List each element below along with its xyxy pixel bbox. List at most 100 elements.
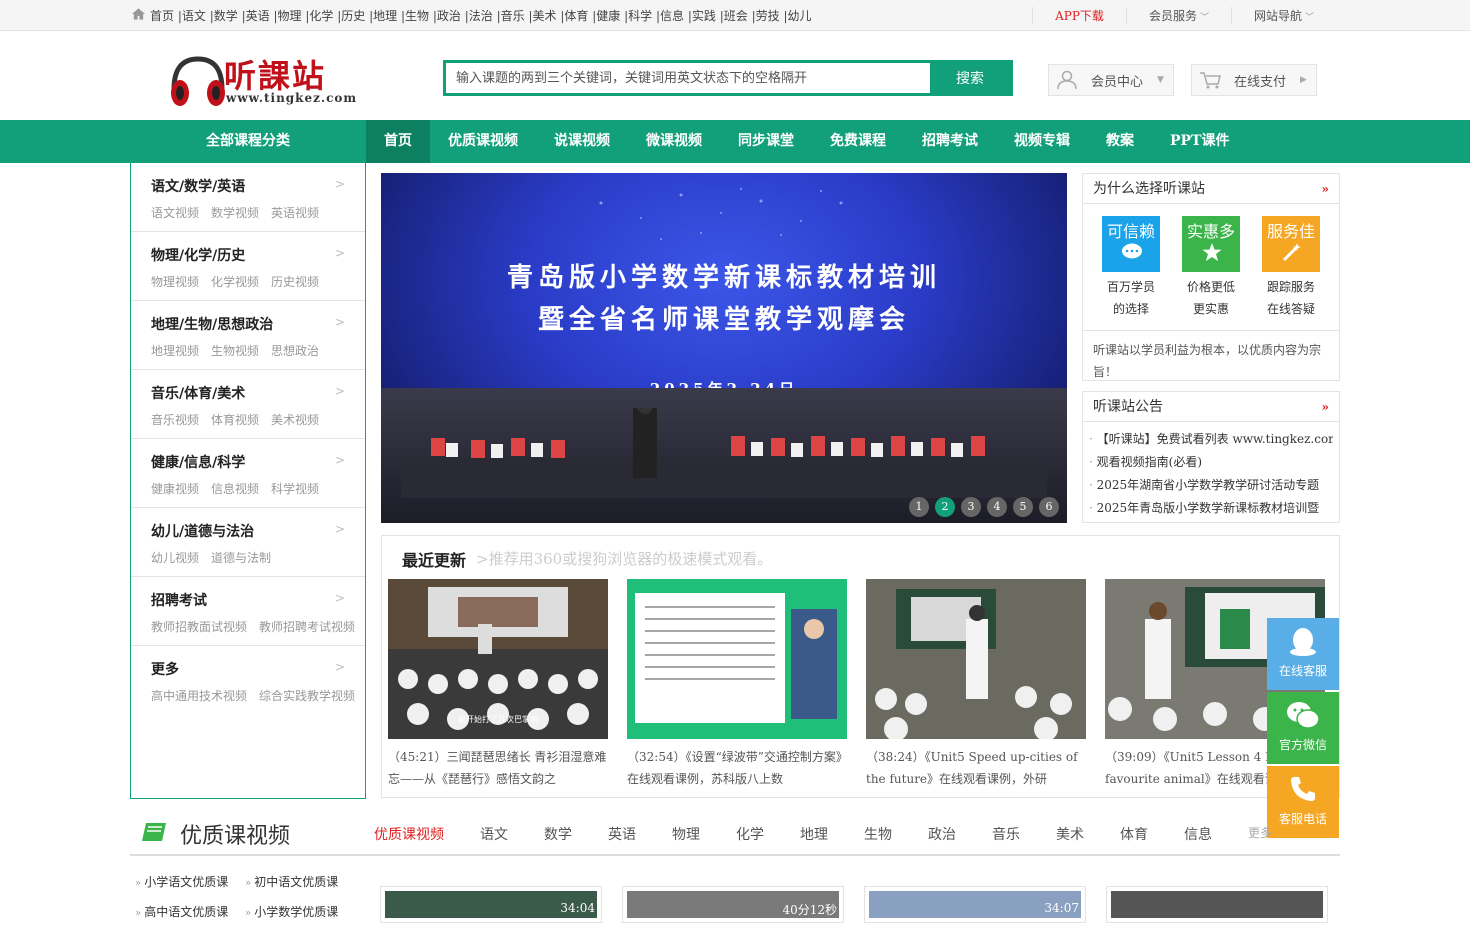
category-sub-link[interactable]: 历史视频	[271, 275, 319, 289]
subject-link[interactable]: 英语	[246, 9, 270, 23]
search-button[interactable]: 搜索	[930, 63, 1010, 93]
video-card[interactable]: （32:54）《设置“绿波带”交通控制方案》在线观看课例，苏科版八上数	[627, 579, 847, 790]
subject-link[interactable]: 历史	[341, 9, 365, 23]
subject-link[interactable]: 地理	[373, 9, 397, 23]
carousel-dot[interactable]: 4	[987, 497, 1007, 517]
video-thumbnail[interactable]	[627, 579, 847, 739]
category-sub-link[interactable]: 体育视频	[211, 413, 259, 427]
quality-tab[interactable]: 英语	[608, 824, 636, 844]
nav-item[interactable]: 教案	[1088, 120, 1152, 163]
carousel-dot[interactable]: 3	[961, 497, 981, 517]
quality-tab[interactable]: 化学	[736, 824, 764, 844]
category-title[interactable]: 语文/数学/英语	[151, 176, 365, 196]
category-sub-link[interactable]: 综合实践教学视频	[259, 689, 355, 703]
category-title[interactable]: 健康/信息/科学	[151, 452, 365, 472]
subject-link[interactable]: 物理	[278, 9, 302, 23]
subject-link[interactable]: 法治	[469, 9, 493, 23]
quality-video-card[interactable]: 40分12秒	[622, 886, 844, 923]
notice-item[interactable]: 2025年湖南省小学数学教学研讨活动专题	[1089, 474, 1333, 497]
nav-item[interactable]: PPT课件	[1152, 120, 1247, 163]
category-sub-link[interactable]: 教师招教面试视频	[151, 620, 247, 634]
quality-link[interactable]: 小学语文优质课	[135, 868, 245, 898]
quality-tab[interactable]: 音乐	[992, 824, 1020, 844]
video-thumbnail[interactable]: 最开始打了几次巴掌响	[388, 579, 608, 739]
category-sub-link[interactable]: 科学视频	[271, 482, 319, 496]
app-download-link[interactable]: APP下载	[1032, 7, 1126, 24]
category-sub-link[interactable]: 生物视频	[211, 344, 259, 358]
category-sub-link[interactable]: 美术视频	[271, 413, 319, 427]
nav-item[interactable]: 免费课程	[812, 120, 904, 163]
carousel-dot[interactable]: 2	[935, 497, 955, 517]
category-sub-link[interactable]: 英语视频	[271, 206, 319, 220]
category-sub-link[interactable]: 幼儿视频	[151, 551, 199, 565]
nav-item[interactable]: 招聘考试	[904, 120, 996, 163]
subject-link[interactable]: 体育	[564, 9, 588, 23]
category-sub-link[interactable]: 健康视频	[151, 482, 199, 496]
more-arrow-icon[interactable]: »	[1322, 392, 1330, 422]
video-thumbnail[interactable]	[866, 579, 1086, 739]
subject-link[interactable]: 科学	[628, 9, 652, 23]
category-sub-link[interactable]: 道德与法制	[211, 551, 271, 565]
floating-service-button[interactable]: 官方微信	[1267, 692, 1339, 764]
category-sub-link[interactable]: 信息视频	[211, 482, 259, 496]
category-sub-link[interactable]: 数学视频	[211, 206, 259, 220]
quality-tab[interactable]: 美术	[1056, 824, 1084, 844]
subject-link[interactable]: 音乐	[501, 9, 525, 23]
online-pay-button[interactable]: 在线支付 ▶	[1191, 64, 1317, 96]
category-sub-link[interactable]: 教师招聘考试视频	[259, 620, 355, 634]
quality-tab[interactable]: 政治	[928, 824, 956, 844]
quality-link[interactable]: 小学数学优质课	[245, 898, 355, 928]
category-title[interactable]: 地理/生物/思想政治	[151, 314, 365, 334]
category-title[interactable]: 音乐/体育/美术	[151, 383, 365, 403]
quality-tab[interactable]: 地理	[800, 824, 828, 844]
quality-tab[interactable]: 优质课视频	[374, 824, 444, 844]
category-title[interactable]: 幼儿/道德与法治	[151, 521, 365, 541]
video-caption[interactable]: （38:24）《Unit5 Speed up-cities of the fut…	[866, 746, 1086, 790]
category-sub-link[interactable]: 物理视频	[151, 275, 199, 289]
category-sub-link[interactable]: 音乐视频	[151, 413, 199, 427]
subject-link[interactable]: 首页	[150, 9, 174, 23]
category-sub-link[interactable]: 思想政治	[271, 344, 319, 358]
category-sub-link[interactable]: 高中通用技术视频	[151, 689, 247, 703]
subject-link[interactable]: 班会	[724, 9, 748, 23]
quality-tab[interactable]: 体育	[1120, 824, 1148, 844]
subject-link[interactable]: 劳技	[756, 9, 780, 23]
subject-link[interactable]: 生物	[405, 9, 429, 23]
carousel-dot[interactable]: 6	[1039, 497, 1059, 517]
quality-link[interactable]: 初中语文优质课	[245, 868, 355, 898]
subject-link[interactable]: 化学	[309, 9, 333, 23]
nav-item[interactable]: 说课视频	[536, 120, 628, 163]
nav-item[interactable]: 首页	[366, 120, 430, 163]
site-nav-menu[interactable]: 网站导航 ﹀	[1230, 7, 1336, 24]
quality-link[interactable]: 高中语文优质课	[135, 898, 245, 928]
quality-tab[interactable]: 物理	[672, 824, 700, 844]
category-sub-link[interactable]: 地理视频	[151, 344, 199, 358]
category-title[interactable]: 更多	[151, 659, 365, 679]
member-service-menu[interactable]: 会员服务 ﹀	[1125, 7, 1231, 24]
quality-more-link[interactable]: 更多	[1248, 824, 1272, 844]
category-sub-link[interactable]: 语文视频	[151, 206, 199, 220]
quality-video-card[interactable]: 34:07	[864, 886, 1086, 923]
member-center-button[interactable]: 会员中心 ▼	[1048, 64, 1174, 96]
video-card[interactable]: 最开始打了几次巴掌响 （45:21）三闻琵琶思绪长 青衫泪湿意难忘——从《琵琶行》…	[388, 579, 608, 790]
quality-tab[interactable]: 数学	[544, 824, 572, 844]
subject-link[interactable]: 语文	[182, 9, 206, 23]
notice-item[interactable]: 【听课站】免费试看列表 www.tingkez.com	[1089, 428, 1333, 451]
video-card[interactable]: （38:24）《Unit5 Speed up-cities of the fut…	[866, 579, 1086, 790]
subject-link[interactable]: 数学	[214, 9, 238, 23]
subject-link[interactable]: 健康	[596, 9, 620, 23]
site-logo[interactable]: 听課站 www.tingkez.com	[168, 51, 368, 107]
nav-item[interactable]: 微课视频	[628, 120, 720, 163]
search-input[interactable]	[446, 63, 930, 93]
subject-link[interactable]: 实践	[692, 9, 716, 23]
subject-link[interactable]: 政治	[437, 9, 461, 23]
nav-item[interactable]: 同步课堂	[720, 120, 812, 163]
video-caption[interactable]: （45:21）三闻琵琶思绪长 青衫泪湿意难忘——从《琵琶行》感悟文韵之	[388, 746, 608, 790]
subject-link[interactable]: 幼儿	[788, 9, 812, 23]
category-title[interactable]: 物理/化学/历史	[151, 245, 365, 265]
nav-item[interactable]: 优质课视频	[430, 120, 536, 163]
subject-link[interactable]: 美术	[533, 9, 557, 23]
video-caption[interactable]: （32:54）《设置“绿波带”交通控制方案》在线观看课例，苏科版八上数	[627, 746, 847, 790]
carousel-dot[interactable]: 5	[1013, 497, 1033, 517]
quality-tab[interactable]: 生物	[864, 824, 892, 844]
